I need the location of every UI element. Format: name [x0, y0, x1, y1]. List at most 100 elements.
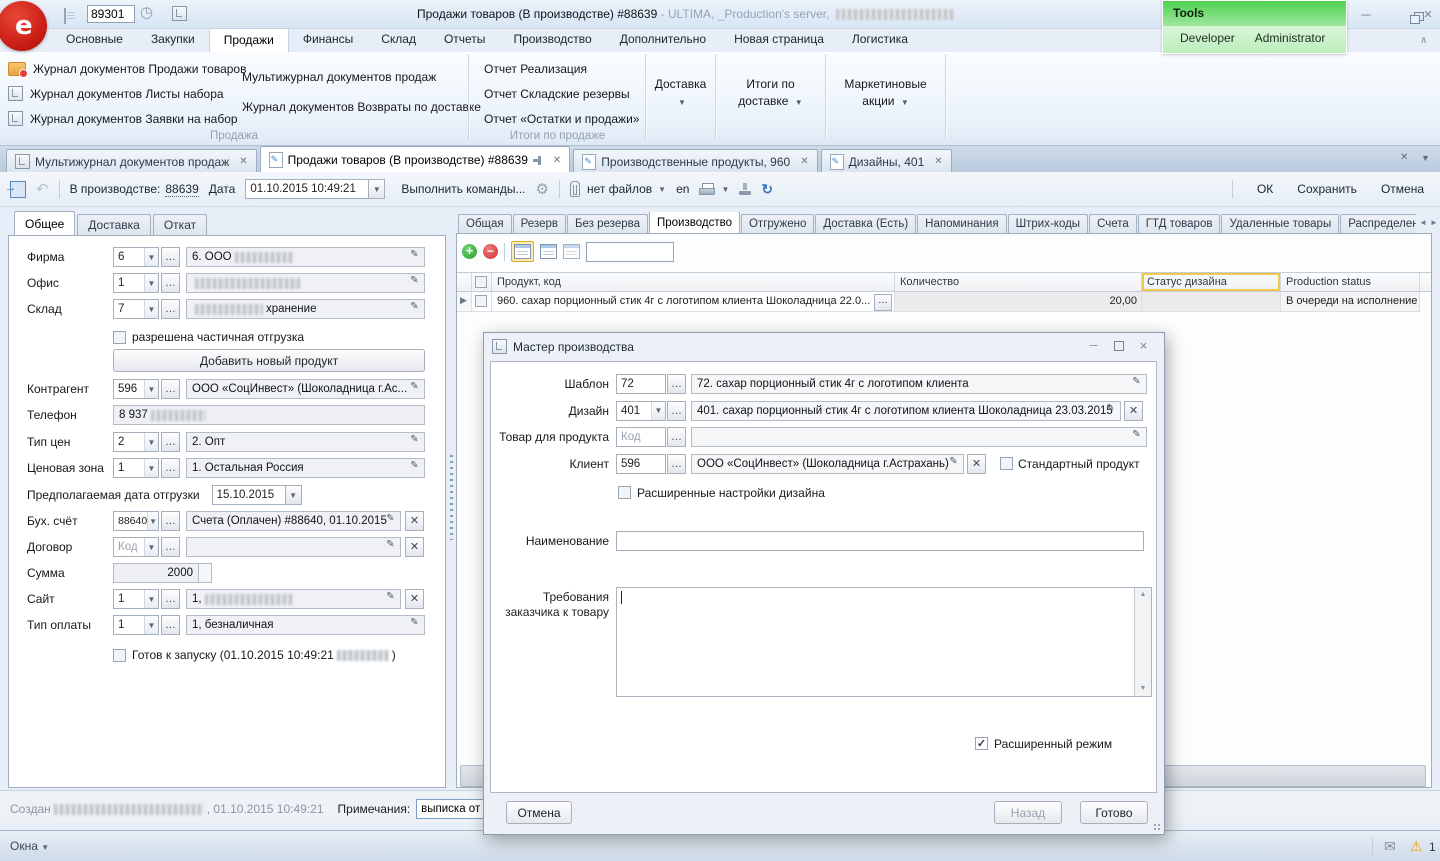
- dialog-title-bar[interactable]: Мастер производства ─ ×: [484, 333, 1164, 360]
- card-view-icon[interactable]: [540, 244, 557, 259]
- tab-developer[interactable]: Developer: [1171, 31, 1244, 53]
- tab-scheta[interactable]: Счета: [1089, 214, 1137, 234]
- tovar-code[interactable]: Код: [616, 427, 666, 447]
- tip-oplaty-code-combo[interactable]: 1▼: [113, 615, 159, 635]
- cell-product[interactable]: 960. сахар порционный стик 4г с логотипо…: [492, 292, 895, 312]
- column-header-production-status[interactable]: Production status: [1281, 272, 1420, 292]
- tip-cen-code-combo[interactable]: 2▼: [113, 432, 159, 452]
- resize-grip[interactable]: [1152, 822, 1161, 831]
- edit-icon[interactable]: ✎: [1128, 376, 1145, 392]
- chevron-down-icon[interactable]: ▼: [285, 485, 302, 505]
- clear-icon[interactable]: ✕: [1124, 401, 1143, 421]
- doc-tab-multijournal[interactable]: Мультижурнал документов продаж ✕: [6, 149, 257, 173]
- close-tab-icon[interactable]: ✕: [548, 155, 561, 166]
- chevron-down-icon[interactable]: ▼: [721, 185, 729, 194]
- ellipsis-button[interactable]: …: [161, 511, 180, 531]
- tab-proizvodstvo[interactable]: Производство: [649, 212, 740, 234]
- ellipsis-button[interactable]: …: [161, 379, 180, 399]
- stamp-icon[interactable]: [739, 183, 751, 196]
- ellipsis-button[interactable]: …: [161, 273, 180, 293]
- ellipsis-button[interactable]: …: [161, 537, 180, 557]
- chevron-down-icon[interactable]: ▼: [144, 433, 158, 451]
- ready-to-launch-checkbox[interactable]: [113, 649, 126, 662]
- partial-shipment-checkbox[interactable]: [113, 331, 126, 344]
- edit-icon[interactable]: ✎: [945, 456, 962, 472]
- tab-udalennye-tovary[interactable]: Удаленные товары: [1221, 214, 1339, 234]
- chevron-down-icon[interactable]: ▼: [144, 590, 158, 608]
- list-view-icon[interactable]: [563, 244, 580, 259]
- ellipsis-button[interactable]: …: [667, 427, 686, 447]
- edit-icon[interactable]: ✎: [382, 513, 399, 529]
- ribbon-tab-prodazhi[interactable]: Продажи: [209, 28, 289, 52]
- ribbon-tab-logistika[interactable]: Логистика: [838, 28, 922, 52]
- close-button[interactable]: ×: [1131, 339, 1156, 354]
- edit-icon[interactable]: ✎: [406, 275, 423, 291]
- naimenovanie-input[interactable]: [616, 531, 1144, 551]
- close-tab-icon[interactable]: ✕: [795, 156, 808, 167]
- ok-button[interactable]: ОК: [1257, 182, 1273, 196]
- run-commands-link[interactable]: Выполнить команды...: [401, 182, 525, 196]
- firma-code-combo[interactable]: 6▼: [113, 247, 159, 267]
- edit-icon[interactable]: ✎: [382, 591, 399, 607]
- klient-code[interactable]: 596: [616, 454, 666, 474]
- tab-shtrih-kody[interactable]: Штрих-коды: [1008, 214, 1089, 234]
- ellipsis-button[interactable]: …: [874, 294, 892, 311]
- column-header-design-status[interactable]: Статус дизайна: [1142, 272, 1281, 292]
- edit-icon[interactable]: ✎: [406, 249, 423, 265]
- ofis-code-combo[interactable]: 1▼: [113, 273, 159, 293]
- minimize-button[interactable]: ─: [1352, 8, 1380, 23]
- paperclip-icon[interactable]: [570, 181, 580, 197]
- ellipsis-button[interactable]: …: [667, 401, 686, 421]
- quick-number-input[interactable]: [87, 5, 135, 23]
- ellipsis-button[interactable]: …: [161, 247, 180, 267]
- grid-filter-input[interactable]: [586, 242, 674, 262]
- column-header-product[interactable]: Продукт, код: [492, 272, 895, 292]
- gear-icon[interactable]: ⚙: [536, 180, 549, 198]
- edit-icon[interactable]: ✎: [406, 381, 423, 397]
- add-row-icon[interactable]: +: [462, 244, 477, 259]
- chevron-down-icon[interactable]: ▼: [144, 616, 158, 634]
- clear-icon[interactable]: ✕: [405, 589, 424, 609]
- clear-icon[interactable]: ✕: [405, 537, 424, 557]
- table-row[interactable]: ▶ 960. сахар порционный стик 4г с логоти…: [457, 292, 1431, 312]
- refresh-icon[interactable]: ↻: [761, 181, 773, 198]
- cen-zona-code-combo[interactable]: 1▼: [113, 458, 159, 478]
- tab-obschaya[interactable]: Общая: [458, 214, 512, 234]
- cancel-button[interactable]: Отмена: [506, 801, 572, 824]
- ribbon-tab-osnovnye[interactable]: Основные: [52, 28, 137, 52]
- chevron-down-icon[interactable]: ▼: [144, 380, 158, 398]
- edit-icon[interactable]: ✎: [406, 301, 423, 317]
- edit-icon[interactable]: ✎: [406, 617, 423, 633]
- cell-qty[interactable]: 20,00: [895, 292, 1142, 312]
- extended-mode-checkbox[interactable]: [975, 737, 988, 750]
- cell-design-status[interactable]: [1142, 292, 1281, 312]
- shablon-code[interactable]: 72: [616, 374, 666, 394]
- files-label[interactable]: нет файлов: [587, 182, 652, 196]
- chevron-down-icon[interactable]: ▼: [658, 185, 666, 194]
- menu-item-otchet-realizaciya[interactable]: Отчет Реализация: [484, 56, 639, 81]
- ribbon-tab-zakupki[interactable]: Закупки: [137, 28, 209, 52]
- tab-otkat[interactable]: Откат: [153, 214, 207, 236]
- panel-splitter[interactable]: [446, 212, 456, 788]
- chevron-down-icon[interactable]: ▼: [651, 402, 665, 420]
- close-tab-icon[interactable]: ✕: [234, 156, 247, 167]
- chevron-down-icon[interactable]: ▼: [144, 459, 158, 477]
- ship-date-combo[interactable]: 15.10.2015 ▼: [212, 485, 302, 505]
- clear-icon[interactable]: ✕: [967, 454, 986, 474]
- exit-document-icon[interactable]: [10, 181, 26, 198]
- doc-tab-dizajny[interactable]: Дизайны, 401 ✕: [821, 149, 952, 173]
- minimize-button[interactable]: ─: [1081, 339, 1106, 354]
- mail-icon[interactable]: ✉: [1384, 838, 1396, 855]
- ribbon-tab-finansy[interactable]: Финансы: [289, 28, 367, 52]
- chevron-down-icon[interactable]: ▼: [147, 512, 158, 530]
- close-button[interactable]: ×: [1414, 8, 1440, 23]
- printer-icon[interactable]: [699, 183, 715, 196]
- tab-list-dropdown-icon[interactable]: ▼: [1421, 153, 1430, 163]
- tab-dostavka-est[interactable]: Доставка (Есть): [815, 214, 916, 234]
- sklad-code-combo[interactable]: 7▼: [113, 299, 159, 319]
- edit-icon[interactable]: ✎: [1102, 403, 1119, 419]
- edit-icon[interactable]: ✎: [382, 539, 399, 555]
- tab-raspredelenie[interactable]: Распределение от: [1340, 214, 1416, 234]
- scroll-down-icon[interactable]: ▼: [1135, 682, 1151, 696]
- splitter-grip[interactable]: [450, 455, 453, 540]
